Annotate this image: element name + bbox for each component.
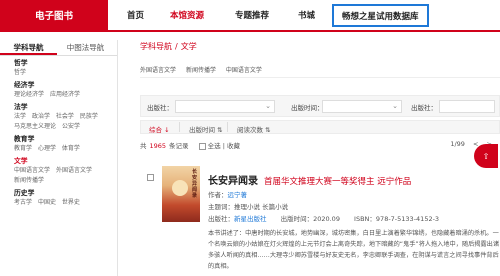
brand-logo[interactable]: 电子图书	[0, 0, 108, 30]
subcategory-link[interactable]: 社会学	[56, 113, 74, 120]
category-history: 历史学 考古学 中国史 世界史	[0, 188, 117, 208]
breadcrumb-separator: /	[175, 42, 178, 51]
subcategory-link[interactable]: 外国语言文学	[56, 167, 92, 174]
subcategory-link[interactable]: 世界史	[62, 199, 80, 206]
subcategory-link[interactable]: 新闻传播学	[186, 67, 216, 74]
count-prefix: 共	[140, 142, 147, 150]
category-title[interactable]: 历史学	[14, 188, 117, 198]
category-title[interactable]: 法学	[14, 102, 117, 112]
category-title[interactable]: 教育学	[14, 134, 117, 144]
pubtime-value: 2020.09	[313, 215, 340, 223]
nav-trial-database[interactable]: 畅想之星试用数据库	[332, 4, 429, 27]
category-title-selected[interactable]: 文学	[14, 156, 117, 166]
subcategory-link[interactable]: 体育学	[62, 145, 80, 152]
book-meta-row: 出版社：新星出版社 出版时间：2020.09 ISBN：978-7-5133-4…	[208, 213, 439, 223]
cover-decoration	[172, 180, 188, 196]
nav-library-resources[interactable]: 本馆资源	[170, 0, 204, 30]
count-suffix: 条记录	[169, 142, 189, 150]
book-title[interactable]: 长安异闻录	[208, 176, 258, 187]
subcategory-link[interactable]: 中国语言文学	[226, 67, 262, 74]
select-all-label[interactable]: 全选	[208, 142, 221, 150]
pubtime-label: 出版时间：	[280, 215, 314, 223]
book-checkbox[interactable]	[147, 174, 154, 181]
sort-bar: 综合 ↓ 出版时间 ⇅ 阅读次数 ⇅	[140, 120, 500, 134]
nav-bookstore[interactable]: 书城	[298, 0, 315, 30]
category-law: 法学 法学 政治学 社会学 民族学 马克思主义理论 公安学	[0, 102, 117, 132]
publisher-label: 出版社：	[147, 104, 173, 112]
category-title[interactable]: 经济学	[14, 80, 117, 90]
breadcrumb: 学科导航 / 文学	[140, 40, 500, 54]
isbn-label: ISBN：	[354, 215, 376, 223]
chevron-down-icon: ⌄	[265, 102, 271, 110]
tab-subject-nav[interactable]: 学科导航	[0, 40, 57, 55]
page-indicator: 1/99	[450, 140, 465, 148]
book-award: 首届华文推理大赛一等奖得主 远宁作品	[264, 177, 412, 187]
author-label: 作者：	[208, 191, 228, 199]
breadcrumb-current: 文学	[180, 42, 197, 51]
subcategory-link[interactable]: 心理学	[38, 145, 56, 152]
subcategory-link[interactable]: 法学	[14, 113, 26, 120]
top-navigation: 电子图书 首页 本馆资源 专题推荐 书城 畅想之星试用数据库	[0, 0, 500, 32]
subcategory-link[interactable]: 应用经济学	[50, 91, 80, 98]
subcategory-link[interactable]: 民族学	[80, 113, 98, 120]
divider	[179, 122, 180, 132]
sort-composite[interactable]: 综合 ↓	[149, 124, 170, 134]
sidebar: 学科导航 中图法导航 哲学 哲学 经济学 理论经济学 应用经济学 法学 法学 政…	[0, 40, 118, 276]
author-link[interactable]: 远宁著	[228, 191, 248, 199]
subcategory-link[interactable]: 马克思主义理论	[14, 123, 56, 130]
category-economics: 经济学 理论经济学 应用经济学	[0, 80, 117, 100]
subject-label: 主题词：	[208, 203, 234, 211]
publisher2-select[interactable]	[439, 100, 495, 113]
book-subject-row: 主题词：推理小说 长篇小说	[208, 201, 288, 211]
subcategory-link[interactable]: 中国语言文学	[14, 167, 50, 174]
category-title[interactable]: 哲学	[14, 58, 117, 68]
nav-topic-recommend[interactable]: 专题推荐	[235, 0, 269, 30]
cover-title: 长安异闻录	[192, 169, 198, 199]
subcategory-row: 外国语言文学 新闻传播学 中国语言文学	[140, 64, 500, 78]
select-all-checkbox[interactable]	[198, 142, 206, 150]
sort-pubtime[interactable]: 出版时间 ⇅	[189, 124, 223, 134]
book-cover[interactable]: 长安异闻录	[162, 166, 200, 222]
divider	[227, 122, 228, 132]
sort-reads[interactable]: 阅读次数 ⇅	[237, 124, 271, 134]
category-philosophy: 哲学 哲学	[0, 58, 117, 78]
subject-value: 推理小说 长篇小说	[234, 203, 289, 211]
back-to-top-button[interactable]: ⇧	[474, 144, 498, 168]
publisher-link[interactable]: 新星出版社	[234, 215, 267, 223]
subcategory-link[interactable]: 政治学	[32, 113, 50, 120]
chevron-down-icon: ⌄	[392, 102, 398, 110]
category-education: 教育学 教育学 心理学 体育学	[0, 134, 117, 154]
tab-clc-nav[interactable]: 中图法导航	[57, 40, 114, 55]
pubtime-label: 出版时间：	[291, 104, 324, 112]
subcategory-link[interactable]: 教育学	[14, 145, 32, 152]
subcategory-link[interactable]: 考古学	[14, 199, 32, 206]
book-title-row: 长安异闻录 首届华文推理大赛一等奖得主 远宁作品	[208, 172, 411, 187]
publisher-label: 出版社：	[208, 215, 234, 223]
subcategory-link[interactable]: 外国语言文学	[140, 67, 176, 74]
isbn-value: 978-7-5133-4152-3	[375, 215, 440, 223]
favorite-button[interactable]: 收藏	[227, 142, 240, 150]
main-content: 学科导航 / 文学 外国语言文学 新闻传播学 中国语言文学	[140, 40, 500, 78]
subcategory-link[interactable]: 理论经济学	[14, 91, 44, 98]
arrow-up-icon: ⇧	[482, 151, 490, 161]
subcategory-link[interactable]: 中国史	[38, 199, 56, 206]
breadcrumb-root[interactable]: 学科导航	[140, 42, 172, 51]
publisher-select[interactable]: ⌄	[175, 100, 275, 113]
publisher2-label: 出版社：	[411, 104, 437, 112]
book-item: 长安异闻录 长安异闻录 首届华文推理大赛一等奖得主 远宁作品 作者：远宁著 主题词…	[140, 162, 500, 276]
pubtime-select[interactable]: ⌄	[322, 100, 402, 113]
subcategory-link[interactable]: 新闻传播学	[14, 177, 44, 184]
result-count-bar: 共1965条记录 全选 | 收藏 1/99 < >	[140, 140, 500, 154]
filter-panel: 出版社： ⌄ 出版时间： ⌄ 出版社：	[140, 95, 500, 117]
category-literature: 文学 中国语言文学 外国语言文学 新闻传播学	[0, 156, 117, 186]
book-description: 本书讲述了：中唐时期的长安城，地势幽深，城坊密集，白日里上演着繁华锦绣，也隐藏着…	[208, 230, 500, 270]
book-author-row: 作者：远宁著	[208, 189, 247, 199]
sidebar-tabs: 学科导航 中图法导航	[0, 40, 117, 56]
result-count: 1965	[149, 142, 167, 150]
nav-home[interactable]: 首页	[127, 0, 144, 30]
subcategory-link[interactable]: 哲学	[14, 69, 26, 76]
subcategory-link[interactable]: 公安学	[62, 123, 80, 130]
